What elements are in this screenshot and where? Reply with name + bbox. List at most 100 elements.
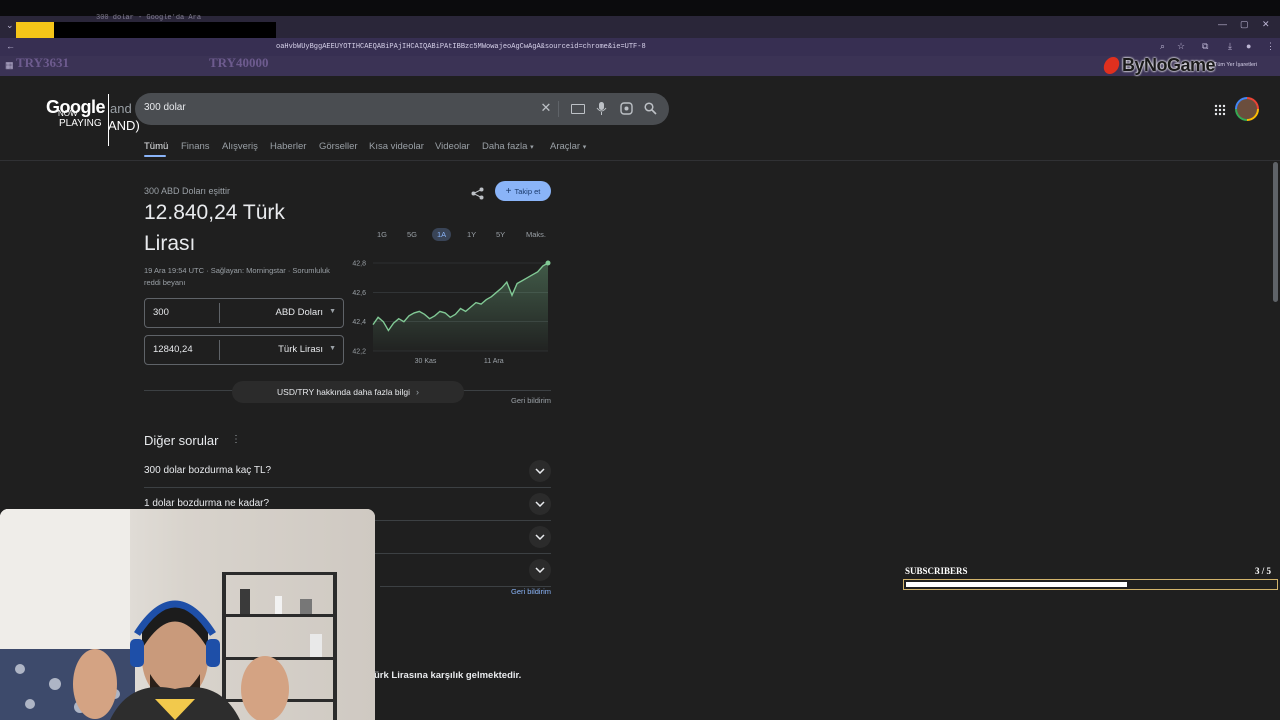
range-option-5[interactable]: Maks.	[526, 230, 546, 239]
field-divider	[219, 303, 220, 323]
x-tick-label: 30 Kas	[415, 358, 437, 365]
exchange-rate-chart: 42,8 42,6 42,4 42,2 30 Kas 11 Ara	[352, 260, 551, 365]
profile-icon[interactable]: ●	[1246, 41, 1251, 51]
tab-title[interactable]: 300 dolar - Google'da Ara	[96, 14, 201, 22]
tab-tools[interactable]: Araçlar ▾	[550, 141, 586, 152]
disclaimer-link[interactable]: reddi beyanı	[144, 278, 185, 287]
from-currency-select[interactable]: ABD Doları	[275, 307, 323, 318]
search-input[interactable]: 300 dolar	[144, 102, 186, 113]
lens-icon[interactable]	[620, 102, 633, 115]
conversion-result-line1: 12.840,24 Türk	[144, 201, 285, 224]
bookmark-star-icon[interactable]: ☆	[1177, 41, 1185, 52]
caret-down-icon: ▾	[582, 144, 587, 151]
range-option-1[interactable]: 5G	[407, 230, 417, 239]
range-option-4[interactable]: 5Y	[496, 230, 505, 239]
range-option-2[interactable]: 1A	[432, 228, 452, 241]
chevron-down-icon[interactable]	[529, 493, 551, 515]
range-option-3[interactable]: 1Y	[467, 230, 476, 239]
series-area	[373, 263, 548, 351]
streamer-webcam-image	[0, 509, 375, 720]
download-icon[interactable]: ⤓	[1228, 41, 1232, 52]
subscribers-label: SUBSCRIBERS	[905, 566, 968, 576]
follow-label: Takip et	[514, 186, 541, 196]
plus-icon: +	[505, 185, 512, 197]
tab-more[interactable]: Daha fazla ▾	[482, 141, 534, 152]
keyboard-icon[interactable]	[571, 104, 585, 114]
tab-videos[interactable]: Videolar	[435, 141, 470, 152]
now-playing-track-1: and	[110, 101, 132, 116]
chevron-down-icon[interactable]	[529, 526, 551, 548]
range-option-0[interactable]: 1G	[377, 230, 387, 239]
y-tick-label: 42,2	[352, 349, 366, 356]
overlay-try-right: TRY40000	[209, 55, 269, 70]
to-amount-input[interactable]: 12840,24	[153, 344, 193, 355]
range-selector: 1G 5G 1A 1Y 5Y Maks.	[362, 227, 552, 243]
header-divider	[0, 160, 1280, 161]
overlay-try-left: TRY3631	[16, 55, 69, 70]
tab-images[interactable]: Görseller	[319, 141, 358, 152]
field-divider	[219, 340, 220, 360]
apps-grid-icon[interactable]: ▦	[5, 60, 14, 71]
clear-icon[interactable]: ✕	[539, 100, 553, 115]
mic-icon[interactable]	[596, 101, 608, 117]
y-tick-label: 42,4	[352, 319, 366, 326]
to-amount-field: 12840,24 Türk Lirası ▼	[144, 335, 344, 365]
close-window-button[interactable]: ✕	[1262, 19, 1270, 30]
maximize-button[interactable]: ▢	[1240, 19, 1249, 30]
tab-strip: ⌄ 300 dolar - Google'da Ara — ▢ ✕	[0, 14, 1280, 46]
zoom-icon[interactable]: ⌕	[1160, 41, 1165, 52]
google-apps-icon[interactable]	[1214, 103, 1226, 121]
search-divider	[558, 101, 559, 117]
extensions-icon[interactable]: ⧉	[1202, 41, 1208, 52]
to-currency-select[interactable]: Türk Lirası	[278, 344, 323, 355]
faq-divider	[144, 487, 551, 488]
all-bookmarks-link[interactable]: Tüm Yer İşaretleri	[1214, 62, 1257, 68]
bynogame-logo: ByNoGame	[1102, 55, 1216, 76]
from-amount-field: 300 ABD Doları ▼	[144, 298, 344, 328]
chevron-down-icon[interactable]	[529, 559, 551, 581]
tab-news[interactable]: Haberler	[270, 141, 306, 152]
tab-short-videos[interactable]: Kısa videolar	[369, 141, 424, 152]
share-icon[interactable]	[471, 187, 484, 200]
back-arrow-icon[interactable]: ←	[6, 41, 15, 51]
tab-shopping[interactable]: Alışveriş	[222, 141, 258, 152]
from-amount-input[interactable]: 300	[153, 307, 169, 318]
faq-question-2[interactable]: 1 dolar bozdurma ne kadar?	[144, 498, 269, 509]
tab-all[interactable]: Tümü	[144, 141, 168, 152]
tab-search-chevron-icon[interactable]: ⌄	[6, 20, 14, 31]
webcam-overlay	[0, 509, 375, 720]
follow-button[interactable]: + Takip et	[495, 181, 551, 201]
tab-more-label: Daha fazla	[482, 141, 528, 152]
more-info-button[interactable]: USD/TRY hakkında daha fazla bilgi ›	[232, 381, 464, 403]
bynogame-mark-icon	[1102, 57, 1121, 74]
dropdown-arrow-icon[interactable]: ▼	[329, 345, 336, 352]
faq-question-1[interactable]: 300 dolar bozdurma kaç TL?	[144, 465, 271, 476]
tab-finance[interactable]: Finans	[181, 141, 210, 152]
dropdown-arrow-icon[interactable]: ▼	[329, 308, 336, 315]
avatar[interactable]	[1235, 97, 1259, 121]
faq-menu-icon[interactable]: ⋮	[231, 434, 241, 445]
subscribers-progress-bar	[903, 579, 1278, 590]
snippet-text: ürk Lirasına karşılık gelmektedir.	[374, 670, 522, 681]
feedback-link[interactable]: Geri bildirim	[511, 396, 551, 405]
active-tab-indicator	[144, 155, 166, 157]
y-tick-label: 42,6	[352, 290, 366, 297]
conversion-result-line2: Lirası	[144, 232, 196, 255]
more-info-label: USD/TRY hakkında daha fazla bilgi	[277, 387, 410, 397]
x-tick-label: 11 Ara	[484, 358, 504, 365]
address-url[interactable]: oaHvbWUyBggAEEUYOTIHCAEQABiPAjIHCAIQABiP…	[276, 43, 646, 51]
page-scrollbar[interactable]	[1273, 162, 1278, 302]
faq-title: Diğer sorular	[144, 433, 219, 448]
bookmarks-bar: ▦ TRY3631 TRY40000 Tüm Yer İşaretleri	[0, 55, 1280, 76]
chevron-down-icon[interactable]	[529, 460, 551, 482]
search-icon[interactable]	[644, 102, 657, 115]
minimize-button[interactable]: —	[1218, 19, 1227, 29]
subscribers-count: 3 / 5	[1255, 566, 1272, 576]
now-playing-label-2: PLAYING	[59, 118, 102, 129]
tab-tools-label: Araçlar	[550, 141, 581, 152]
y-tick-label: 42,8	[352, 261, 366, 268]
faq-feedback-link[interactable]: Geri bildirim	[511, 587, 551, 596]
now-playing-label-1: NOW	[58, 109, 78, 118]
search-box[interactable]: 300 dolar ✕	[135, 93, 669, 125]
menu-kebab-icon[interactable]: ⋮	[1266, 41, 1275, 52]
